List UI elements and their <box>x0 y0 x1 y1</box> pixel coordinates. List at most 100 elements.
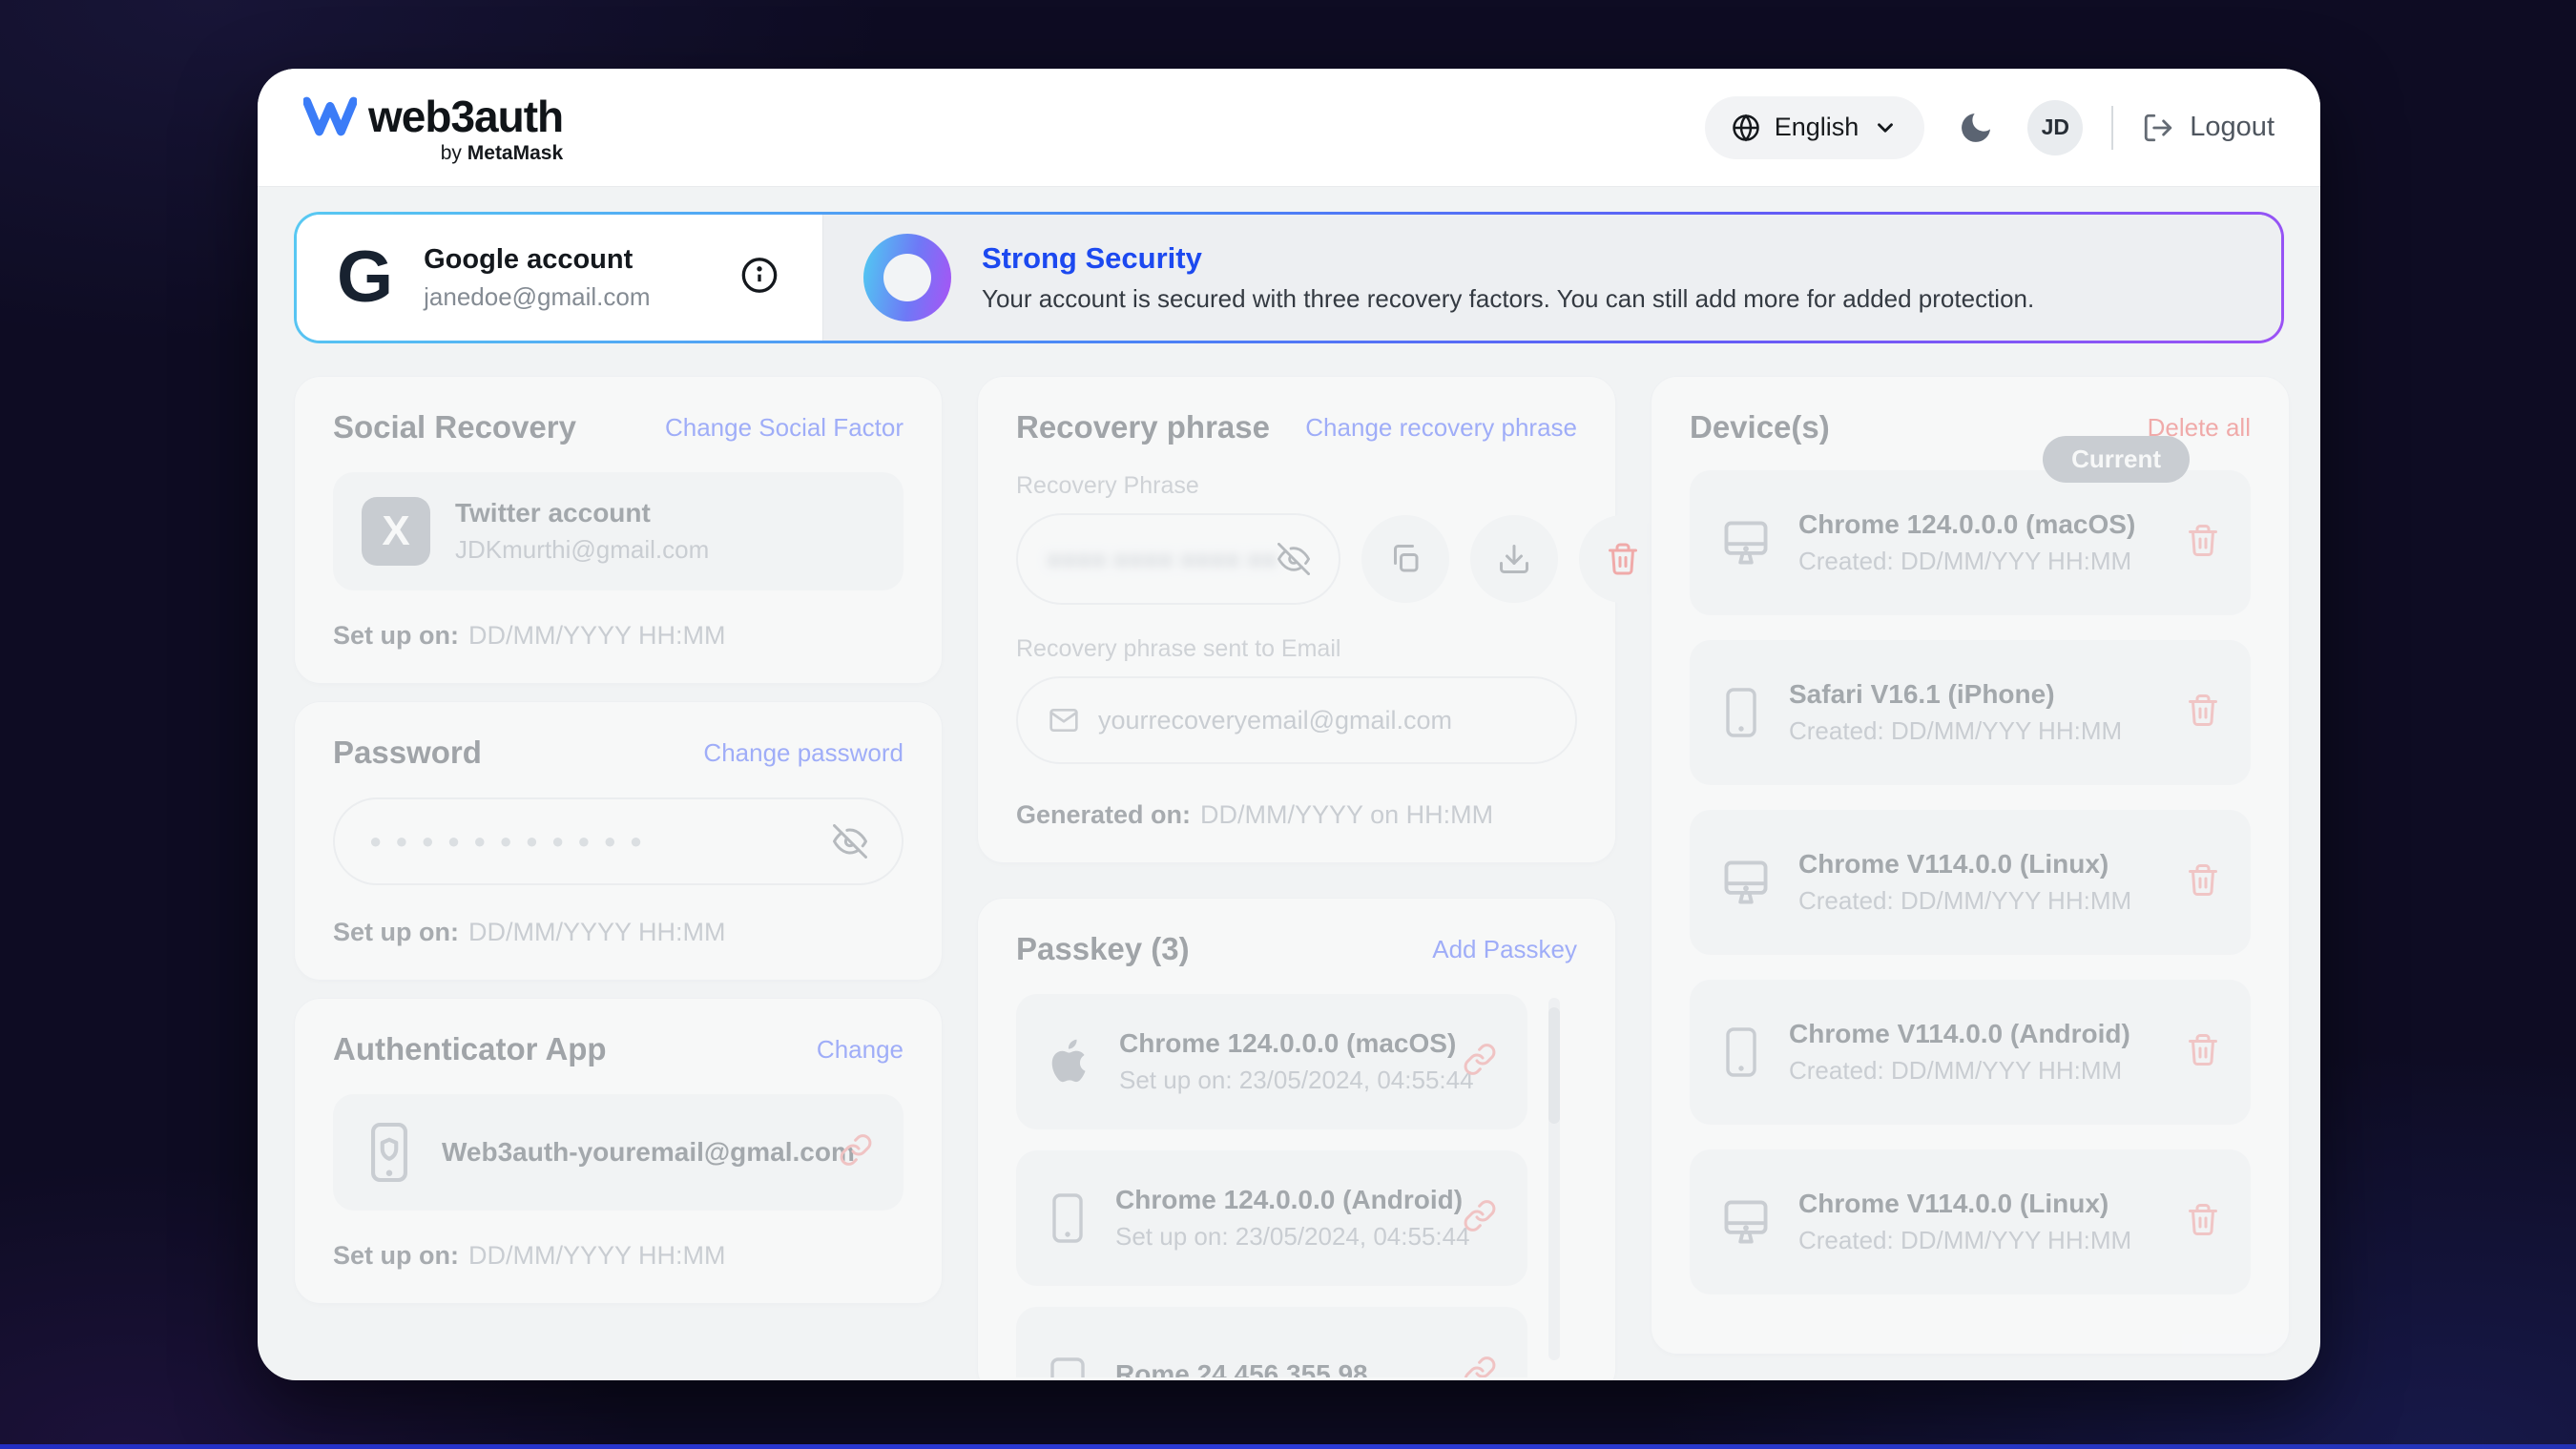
setup-value: DD/MM/YYYY HH:MM <box>468 1241 726 1270</box>
device-name: Chrome V114.0.0 (Android) <box>1789 1019 2130 1049</box>
chevron-down-icon <box>1873 115 1898 140</box>
twitter-x-icon: X <box>362 497 430 566</box>
authenticator-unlink-button[interactable] <box>839 1133 873 1172</box>
passkey-setup: Set up on: 23/05/2024, 04:55:44 <box>1119 1066 1474 1095</box>
device-row: Chrome V114.0.0 (Linux) Created: DD/MM/Y… <box>1690 810 2251 955</box>
info-icon <box>740 257 779 295</box>
info-button[interactable] <box>740 257 779 300</box>
language-label: English <box>1775 113 1859 142</box>
recovery-phrase-masked-value: ●●●● ●●●● ●●●● ●● <box>1047 545 1278 574</box>
passkey-unlink-button[interactable] <box>1463 1043 1497 1082</box>
authenticator-account-name: Web3auth-youremail@gmal.com <box>442 1137 855 1168</box>
security-status-description: Your account is secured with three recov… <box>982 284 2034 314</box>
browser-icon <box>1045 1352 1091 1377</box>
security-status-title: Strong Security <box>982 241 2034 276</box>
trash-icon <box>2186 693 2220 728</box>
passkey-row: Chrome 124.0.0.0 (macOS) Set up on: 23/0… <box>1016 994 1527 1129</box>
authenticator-title: Authenticator App <box>333 1031 607 1067</box>
devices-list: Chrome 124.0.0.0 (macOS) Created: DD/MM/… <box>1690 470 2251 1294</box>
change-recovery-phrase-link[interactable]: Change recovery phrase <box>1305 413 1577 443</box>
delete-device-button[interactable] <box>2186 863 2220 902</box>
web3auth-logo-icon <box>303 96 357 136</box>
password-masked-value: ●●●●●●●●●●● <box>369 829 655 854</box>
column-right: Device(s) Delete all Current <box>1651 376 2290 1380</box>
recovery-generated-line: Generated on:DD/MM/YYYY on HH:MM <box>1016 800 1577 830</box>
change-authenticator-link[interactable]: Change <box>817 1035 904 1065</box>
apple-icon <box>1045 1037 1094 1087</box>
language-selector[interactable]: English <box>1705 96 1925 159</box>
device-row: Chrome V114.0.0 (Android) Created: DD/MM… <box>1690 980 2251 1125</box>
device-row: Chrome 124.0.0.0 (macOS) Created: DD/MM/… <box>1690 470 2251 615</box>
mobile-icon <box>1718 1025 1764 1080</box>
delete-device-button[interactable] <box>2186 524 2220 563</box>
devices-list-wrap: Current Chrome 124.0.0.0 (macOS) Created… <box>1690 470 2251 1294</box>
delete-device-button[interactable] <box>2186 1203 2220 1242</box>
logo-byline: by MetaMask <box>441 142 563 165</box>
unlink-icon <box>839 1133 873 1168</box>
change-social-factor-link[interactable]: Change Social Factor <box>665 413 904 443</box>
passkey-scrollbar-thumb[interactable] <box>1548 1007 1560 1124</box>
google-icon: G <box>337 241 393 314</box>
copy-icon <box>1388 542 1423 576</box>
device-row: Chrome V114.0.0 (Linux) Created: DD/MM/Y… <box>1690 1149 2251 1294</box>
recovery-phrase-title: Recovery phrase <box>1016 409 1270 445</box>
desktop-icon <box>1718 515 1774 570</box>
passkey-name: Chrome 124.0.0.0 (macOS) <box>1119 1028 1474 1059</box>
device-created: Created: DD/MM/YYY HH:MM <box>1798 886 2131 916</box>
copy-phrase-button[interactable] <box>1361 515 1449 603</box>
device-name: Chrome V114.0.0 (Linux) <box>1798 849 2131 880</box>
authenticator-setup-line: Set up on:DD/MM/YYYY HH:MM <box>333 1241 904 1271</box>
eye-off-icon[interactable] <box>833 824 867 859</box>
passkey-unlink-button[interactable] <box>1463 1199 1497 1238</box>
account-provider-title: Google account <box>424 244 650 276</box>
delete-device-button[interactable] <box>2186 693 2220 733</box>
eye-off-icon[interactable] <box>1278 543 1310 575</box>
devices-title: Device(s) <box>1690 409 1830 445</box>
trash-icon <box>2186 1033 2220 1067</box>
app-header: web3auth by MetaMask English <box>258 69 2320 187</box>
moon-icon <box>1957 109 1995 147</box>
mobile-icon <box>1718 685 1764 740</box>
setup-value: DD/MM/YYYY HH:MM <box>468 918 726 946</box>
factors-grid: Social Recovery Change Social Factor X T… <box>258 343 2320 1380</box>
download-icon <box>1497 542 1531 576</box>
logout-label: Logout <box>2190 112 2275 143</box>
dark-mode-toggle[interactable] <box>1953 105 1999 151</box>
delete-device-button[interactable] <box>2186 1033 2220 1072</box>
setup-label: Set up on: <box>333 621 459 650</box>
device-created: Created: DD/MM/YYY HH:MM <box>1798 1226 2131 1255</box>
password-input[interactable]: ●●●●●●●●●●● <box>333 797 904 885</box>
security-ring-icon <box>863 234 951 321</box>
user-avatar[interactable]: JD <box>2027 100 2083 155</box>
social-recovery-card: Social Recovery Change Social Factor X T… <box>294 376 943 684</box>
passkey-row: Rome 24.456.355.98 <box>1016 1307 1527 1377</box>
web3auth-logo: web3auth by MetaMask <box>303 91 563 165</box>
device-name: Chrome V114.0.0 (Linux) <box>1798 1189 2131 1219</box>
logout-icon <box>2142 112 2174 144</box>
passkey-list: Chrome 124.0.0.0 (macOS) Set up on: 23/0… <box>1016 994 1577 1377</box>
logout-button[interactable]: Logout <box>2142 112 2275 144</box>
passkey-card: Passkey (3) Add Passkey Chrome 124.0.0.0… <box>977 898 1616 1380</box>
trash-icon <box>2186 1203 2220 1237</box>
unlink-icon <box>1463 1199 1497 1233</box>
connected-account-panel: G Google account janedoe@gmail.com <box>297 215 823 341</box>
passkey-setup: Set up on: 23/05/2024, 04:55:44 <box>1115 1222 1470 1252</box>
device-row: Safari V16.1 (iPhone) Created: DD/MM/YYY… <box>1690 640 2251 785</box>
change-password-link[interactable]: Change password <box>703 738 904 768</box>
passkey-name: Rome 24.456.355.98 <box>1115 1359 1368 1377</box>
recovery-email-input[interactable] <box>1098 706 1545 735</box>
download-phrase-button[interactable] <box>1470 515 1558 603</box>
social-setup-line: Set up on: DD/MM/YYYY HH:MM <box>333 621 904 651</box>
password-card: Password Change password ●●●●●●●●●●● Set… <box>294 701 943 981</box>
setup-value: DD/MM/YYYY HH:MM <box>468 621 726 650</box>
recovery-phrase-input[interactable]: ●●●● ●●●● ●●●● ●● <box>1016 513 1340 605</box>
device-name: Safari V16.1 (iPhone) <box>1789 679 2122 710</box>
passkey-unlink-button[interactable] <box>1463 1356 1497 1378</box>
logo-byline-brand: MetaMask <box>467 142 563 164</box>
add-passkey-link[interactable]: Add Passkey <box>1432 935 1577 964</box>
unlink-icon <box>1463 1043 1497 1077</box>
logo-brand-text: web3auth <box>368 91 563 142</box>
generated-value: DD/MM/YYYY on HH:MM <box>1200 800 1493 829</box>
column-left: Social Recovery Change Social Factor X T… <box>294 376 943 1380</box>
recovery-phrase-controls: ●●●● ●●●● ●●●● ●● <box>1016 513 1577 605</box>
